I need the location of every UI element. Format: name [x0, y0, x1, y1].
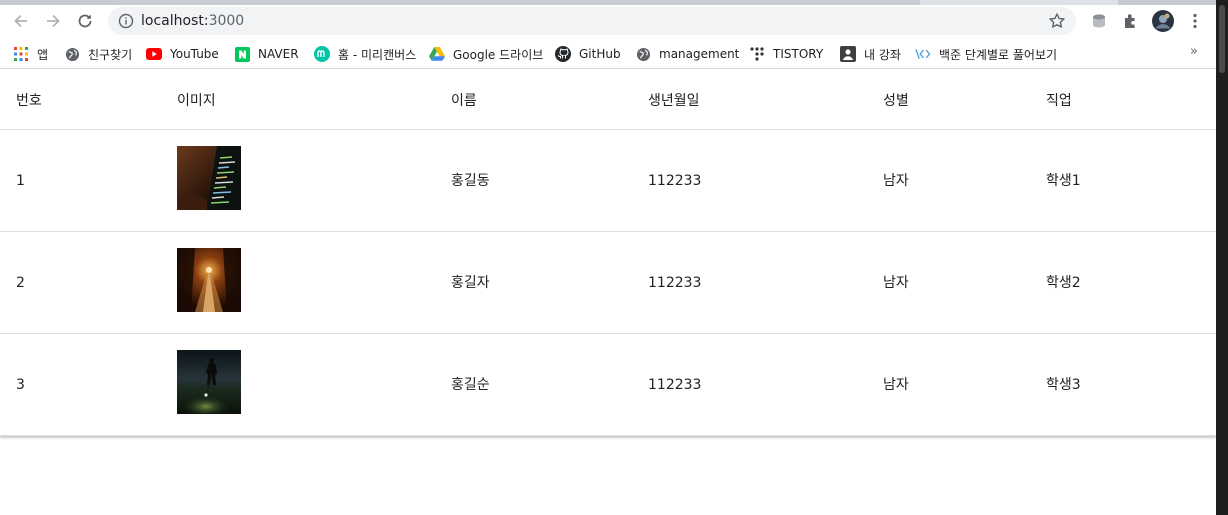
- back-button[interactable]: [7, 7, 35, 35]
- profile-image-code-screen: [177, 146, 241, 210]
- cell-birthday: 112233: [648, 173, 702, 189]
- cell-name: 홍길동: [451, 173, 490, 189]
- header-job: 직업: [1046, 93, 1072, 109]
- menu-kebab-icon[interactable]: [1183, 9, 1207, 33]
- bookmark-my-courses[interactable]: 내 강좌: [840, 44, 901, 64]
- bookmark-label: Google 드라이브: [453, 47, 544, 62]
- side-panel-scrollbar[interactable]: [1216, 0, 1228, 515]
- bookmark-apps[interactable]: 앱: [13, 44, 48, 64]
- person-card-icon: [840, 46, 856, 62]
- url-port: 3000: [208, 13, 245, 29]
- bookmark-label: 백준 단계별로 풀어보기: [939, 47, 1058, 62]
- github-icon: [555, 46, 571, 62]
- arrow-right-icon: [47, 14, 60, 28]
- cell-job: 학생2: [1046, 275, 1081, 291]
- header-birthday: 생년월일: [648, 93, 700, 109]
- profile-avatar[interactable]: [1151, 9, 1175, 33]
- cell-number: 3: [16, 377, 25, 393]
- miricanvas-icon: [314, 46, 330, 62]
- cell-number: 1: [16, 173, 25, 189]
- bookmarks-bar: 앱 친구찾기 YouTube NAVER 홈 - 미리캔버스 Google 드라…: [0, 39, 1216, 69]
- header-gender: 성별: [883, 93, 909, 109]
- bookmarks-overflow-button[interactable]: »: [1190, 44, 1198, 59]
- bookmark-label: TISTORY: [773, 47, 824, 61]
- reload-button[interactable]: [71, 7, 99, 35]
- bookmark-google-drive[interactable]: Google 드라이브: [429, 44, 543, 64]
- globe-icon: [64, 46, 80, 62]
- cell-gender: 남자: [883, 173, 909, 189]
- bookmark-friend-finder[interactable]: 친구찾기: [64, 44, 132, 64]
- bookmark-youtube[interactable]: YouTube: [146, 44, 219, 64]
- header-number: 번호: [16, 93, 42, 109]
- bookmark-label: 앱: [37, 47, 49, 62]
- apps-grid-icon: [13, 46, 29, 62]
- scrollbar-thumb[interactable]: [1219, 5, 1225, 73]
- cell-name: 홍길자: [451, 275, 490, 291]
- profile-image-golfer-night: [177, 350, 241, 414]
- tistory-icon: [749, 46, 765, 62]
- bookmark-label: NAVER: [258, 47, 299, 61]
- bookmark-label: 홈 - 미리캔버스: [338, 47, 417, 62]
- naver-icon: [234, 46, 250, 62]
- cell-job: 학생1: [1046, 173, 1081, 189]
- bookmark-star-icon[interactable]: [1048, 12, 1066, 30]
- bookmark-github[interactable]: GitHub: [555, 44, 621, 64]
- extensions-puzzle-icon[interactable]: [1119, 9, 1143, 33]
- code-brackets-icon: [915, 46, 931, 62]
- cell-job: 학생3: [1046, 377, 1081, 393]
- bookmark-label: GitHub: [579, 47, 621, 61]
- cell-birthday: 112233: [648, 377, 702, 393]
- table-row: 3 홍길순 112233 남자 학생3: [0, 334, 1216, 436]
- profile-image-forest-path: [177, 248, 241, 312]
- cell-birthday: 112233: [648, 275, 702, 291]
- youtube-icon: [146, 46, 162, 62]
- browser-toolbar: localhost:3000: [0, 5, 1216, 39]
- bookmark-label: management: [659, 47, 740, 61]
- arrow-left-icon: [14, 14, 27, 28]
- customer-table: 번호 이미지 이름 생년월일 성별 직업 1 홍길동 112233 남자 학생1…: [0, 72, 1216, 436]
- bookmark-label: 내 강좌: [864, 47, 901, 62]
- address-bar[interactable]: localhost:3000: [108, 7, 1076, 35]
- database-extension-icon[interactable]: [1087, 9, 1111, 33]
- url-text[interactable]: localhost:3000: [141, 13, 244, 29]
- header-image: 이미지: [177, 93, 216, 109]
- google-drive-icon: [429, 46, 445, 62]
- cell-gender: 남자: [883, 377, 909, 393]
- bookmark-management[interactable]: management: [635, 44, 739, 64]
- header-name: 이름: [451, 93, 477, 109]
- cell-name: 홍길순: [451, 377, 490, 393]
- bookmark-tistory[interactable]: TISTORY: [749, 44, 823, 64]
- table-row: 2 홍길자 112233 남자 학생2: [0, 232, 1216, 334]
- browser-window: localhost:3000 앱 친구찾기 YouTube NAVER 홈 - …: [0, 0, 1228, 515]
- reload-icon: [78, 14, 92, 28]
- bookmark-naver[interactable]: NAVER: [234, 44, 299, 64]
- globe-icon: [635, 46, 651, 62]
- table-row: 1 홍길동 112233 남자 학생1: [0, 130, 1216, 232]
- bookmark-miricanvas[interactable]: 홈 - 미리캔버스: [314, 44, 416, 64]
- cell-gender: 남자: [883, 275, 909, 291]
- table-header-row: 번호 이미지 이름 생년월일 성별 직업: [0, 72, 1216, 130]
- cell-number: 2: [16, 275, 25, 291]
- bookmark-label: YouTube: [170, 47, 219, 61]
- info-icon[interactable]: [118, 13, 134, 29]
- forward-button[interactable]: [39, 7, 67, 35]
- bookmark-label: 친구찾기: [88, 47, 133, 62]
- url-host: localhost:: [141, 13, 209, 29]
- bookmark-baekjoon[interactable]: 백준 단계별로 풀어보기: [915, 44, 1057, 64]
